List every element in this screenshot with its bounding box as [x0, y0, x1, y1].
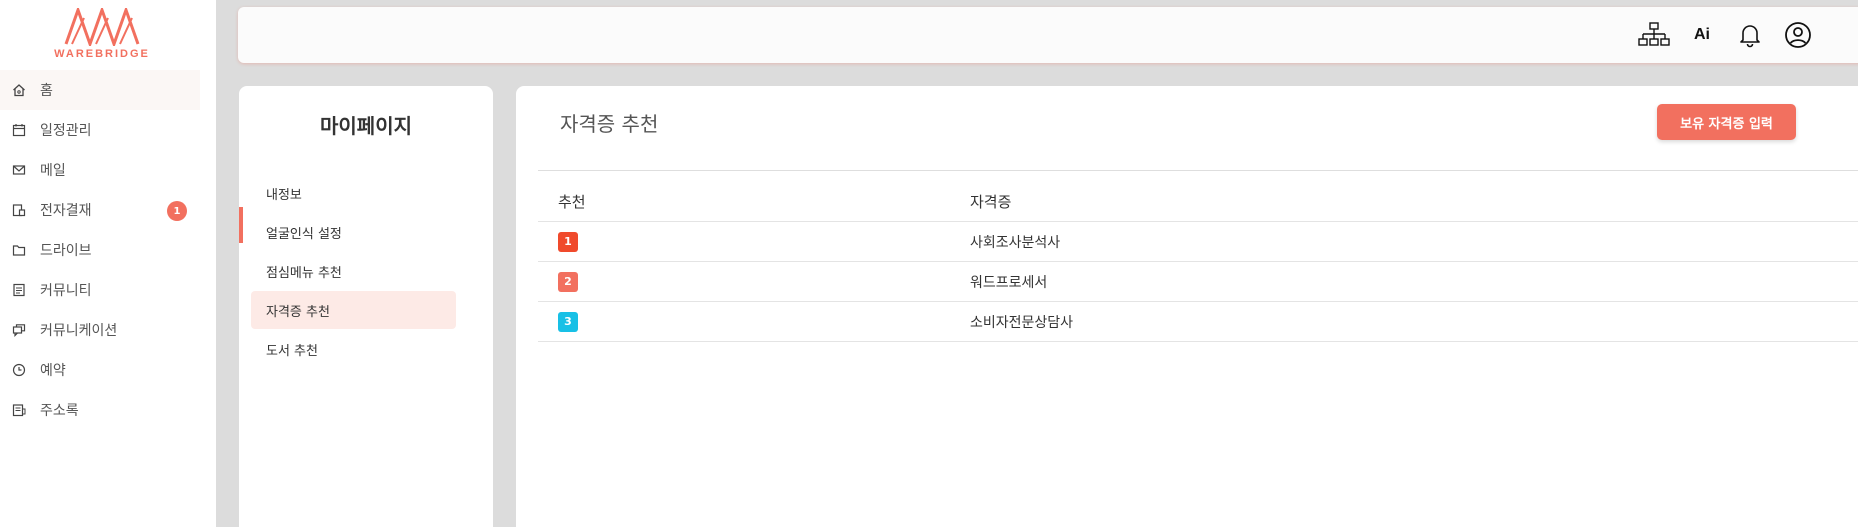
- clock-icon: [12, 363, 26, 377]
- rank-badge: 2: [558, 271, 578, 292]
- board-icon: [12, 283, 26, 297]
- sidebar-item-approval[interactable]: 전자결재 1: [0, 190, 216, 230]
- user-icon[interactable]: [1782, 19, 1814, 51]
- top-header: Ai: [238, 7, 1858, 63]
- mypage-title: 마이페이지: [320, 114, 412, 138]
- active-menu-indicator: [239, 207, 243, 243]
- divider: [538, 170, 1858, 171]
- menu-item-face-recognition[interactable]: 얼굴인식 설정: [251, 213, 456, 251]
- rank-badge: 1: [558, 231, 578, 252]
- column-header-certificate: 자격증: [970, 193, 1012, 211]
- sidebar-item-communication[interactable]: 커뮤니케이션: [0, 310, 216, 350]
- menu-item-cert-recommend[interactable]: 자격증 추천: [251, 291, 456, 329]
- sidebar-item-label: 주소록: [40, 403, 79, 419]
- table-header-row: 추천 자격증: [538, 182, 1858, 222]
- page-title: 자격증 추천: [560, 112, 659, 136]
- menu-item-book-recommend[interactable]: 도서 추천: [251, 330, 456, 368]
- menu-item-my-info[interactable]: 내정보: [251, 174, 456, 212]
- header-actions: Ai: [1638, 7, 1830, 63]
- sidebar-item-reservation[interactable]: 예약: [0, 350, 216, 390]
- sidebar-item-label: 홈: [40, 83, 53, 99]
- sidebar-item-label: 일정관리: [40, 123, 92, 139]
- sidebar-item-community[interactable]: 커뮤니티: [0, 270, 216, 310]
- certificate-name: 사회조사분석사: [970, 234, 1061, 251]
- menu-item-lunch-recommend[interactable]: 점심메뉴 추천: [251, 252, 456, 290]
- sidebar-item-label: 드라이브: [40, 243, 92, 259]
- add-certificate-button[interactable]: 보유 자격증 입력: [1657, 104, 1796, 140]
- org-chart-icon[interactable]: [1638, 19, 1670, 51]
- sidebar-item-schedule[interactable]: 일정관리: [0, 110, 216, 150]
- sidebar-item-mail[interactable]: 메일: [0, 150, 216, 190]
- calendar-icon: [12, 123, 26, 137]
- ai-icon[interactable]: Ai: [1686, 19, 1718, 51]
- mail-icon: [12, 163, 26, 177]
- table-row[interactable]: 1 사회조사분석사: [538, 222, 1858, 262]
- notification-badge: 1: [167, 201, 187, 221]
- ai-label: Ai: [1694, 26, 1710, 43]
- sidebar-item-address-book[interactable]: 주소록: [0, 390, 216, 430]
- bell-icon[interactable]: [1734, 19, 1766, 51]
- certificate-name: 소비자전문상담사: [970, 314, 1074, 331]
- warebridge-logo[interactable]: WAREBRIDGE: [42, 8, 162, 64]
- sidebar-nav: 홈 일정관리 메일 전자결재 1 드라이브 커뮤니티 커뮤니케이션 예약 주소록: [0, 70, 216, 430]
- recommendation-table: 추천 자격증 1 사회조사분석사 2 워드프로세서 3 소비자전문상담사: [538, 182, 1858, 342]
- mypage-menu: 내정보 얼굴인식 설정 점심메뉴 추천 자격증 추천 도서 추천: [251, 174, 493, 369]
- sidebar-item-label: 메일: [40, 163, 66, 179]
- sidebar-item-home[interactable]: 홈: [0, 70, 200, 110]
- table-row[interactable]: 3 소비자전문상담사: [538, 302, 1858, 342]
- approval-icon: [12, 203, 26, 217]
- column-header-rank: 추천: [558, 193, 586, 211]
- mypage-panel: 마이페이지 내정보 얼굴인식 설정 점심메뉴 추천 자격증 추천 도서 추천: [239, 86, 493, 527]
- logo-mark-icon: [64, 8, 140, 46]
- main-content: 자격증 추천 보유 자격증 입력 추천 자격증 1 사회조사분석사 2 워드프로…: [516, 86, 1858, 527]
- app-sidebar: WAREBRIDGE 홈 일정관리 메일 전자결재 1 드라이브 커뮤니티 커뮤…: [0, 0, 216, 527]
- logo-text: WAREBRIDGE: [54, 48, 150, 60]
- folder-icon: [12, 243, 26, 257]
- sidebar-item-label: 커뮤니티: [40, 283, 92, 299]
- sidebar-item-drive[interactable]: 드라이브: [0, 230, 216, 270]
- chat-icon: [12, 323, 26, 337]
- sidebar-item-label: 전자결재: [40, 203, 92, 219]
- sidebar-item-label: 예약: [40, 363, 66, 379]
- certificate-name: 워드프로세서: [970, 274, 1048, 291]
- table-row[interactable]: 2 워드프로세서: [538, 262, 1858, 302]
- address-book-icon: [12, 403, 26, 417]
- home-icon: [12, 83, 26, 97]
- sidebar-item-label: 커뮤니케이션: [40, 323, 118, 339]
- rank-badge: 3: [558, 311, 578, 332]
